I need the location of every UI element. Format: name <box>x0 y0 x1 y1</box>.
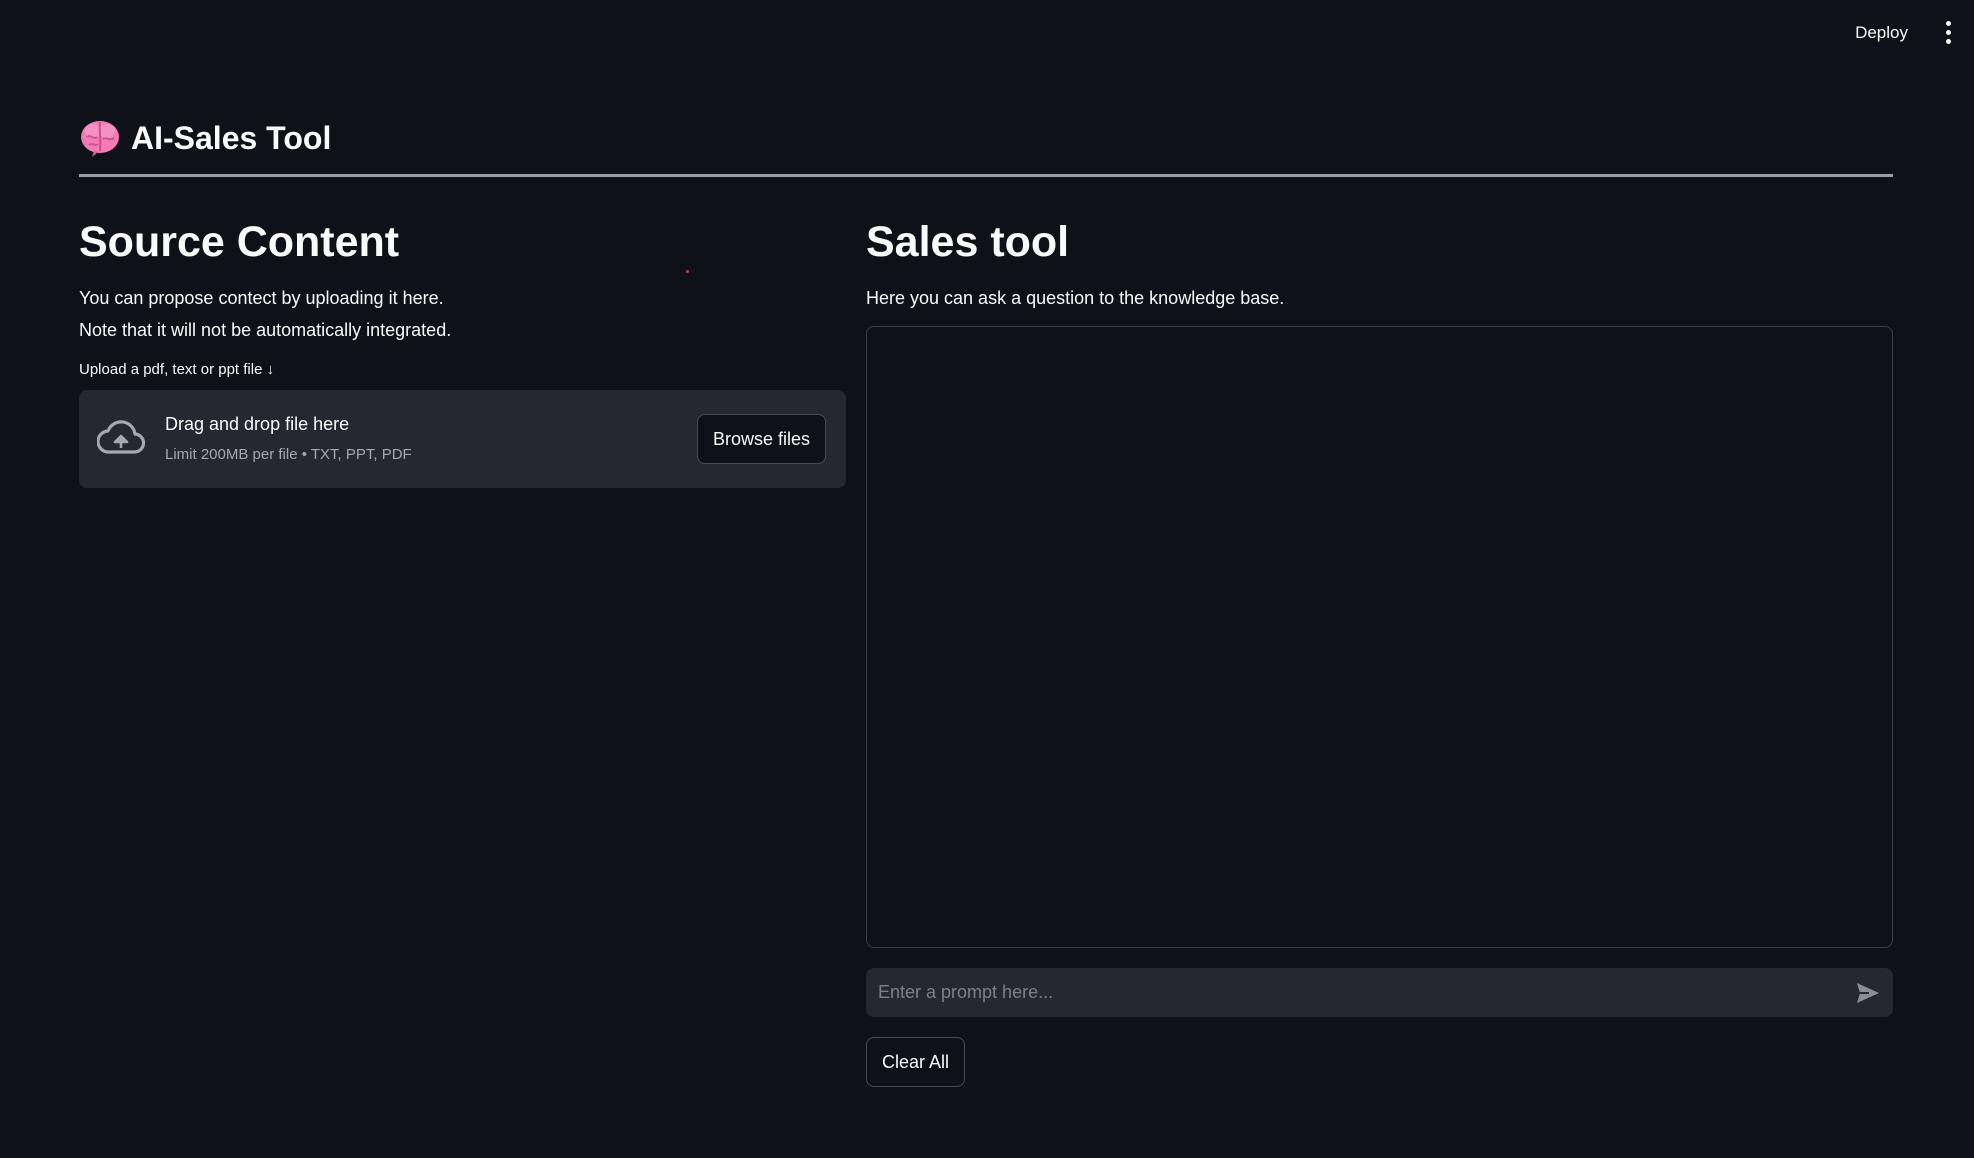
send-icon[interactable] <box>1855 980 1881 1006</box>
sales-tool-column: Sales tool Here you can ask a question t… <box>866 212 1893 1087</box>
upload-label: Upload a pdf, text or ppt file ↓ <box>79 361 275 378</box>
header-divider <box>79 174 1893 177</box>
sales-description: Here you can ask a question to the knowl… <box>866 288 1285 308</box>
browse-files-button[interactable]: Browse files <box>696 414 826 464</box>
source-heading: Source Content <box>79 218 400 266</box>
source-description-line2: Note that it will not be automatically i… <box>79 320 452 340</box>
prompt-input[interactable] <box>866 968 1806 1017</box>
kebab-menu-icon[interactable] <box>1936 18 1960 48</box>
chat-history-container[interactable] <box>866 326 1893 948</box>
source-content-column: Source Content You can propose contect b… <box>79 212 846 488</box>
clear-all-button[interactable]: Clear All <box>866 1037 966 1087</box>
deploy-button[interactable]: Deploy <box>1845 18 1918 48</box>
prompt-bar <box>866 968 1893 1017</box>
cloud-upload-icon <box>97 420 145 454</box>
sales-heading: Sales tool <box>866 218 1070 266</box>
dropzone-limit-text: Limit 200MB per file • TXT, PPT, PDF <box>165 446 412 463</box>
top-toolbar: Deploy <box>0 0 1974 66</box>
file-dropzone[interactable]: Drag and drop file here Limit 200MB per … <box>79 390 846 488</box>
source-description-line1: You can propose contect by uploading it … <box>79 288 444 308</box>
app-title: AI-Sales Tool <box>131 119 332 156</box>
dropzone-title: Drag and drop file here <box>165 414 350 434</box>
brain-icon <box>81 121 119 157</box>
app-header: AI-Sales Tool <box>79 110 1893 177</box>
